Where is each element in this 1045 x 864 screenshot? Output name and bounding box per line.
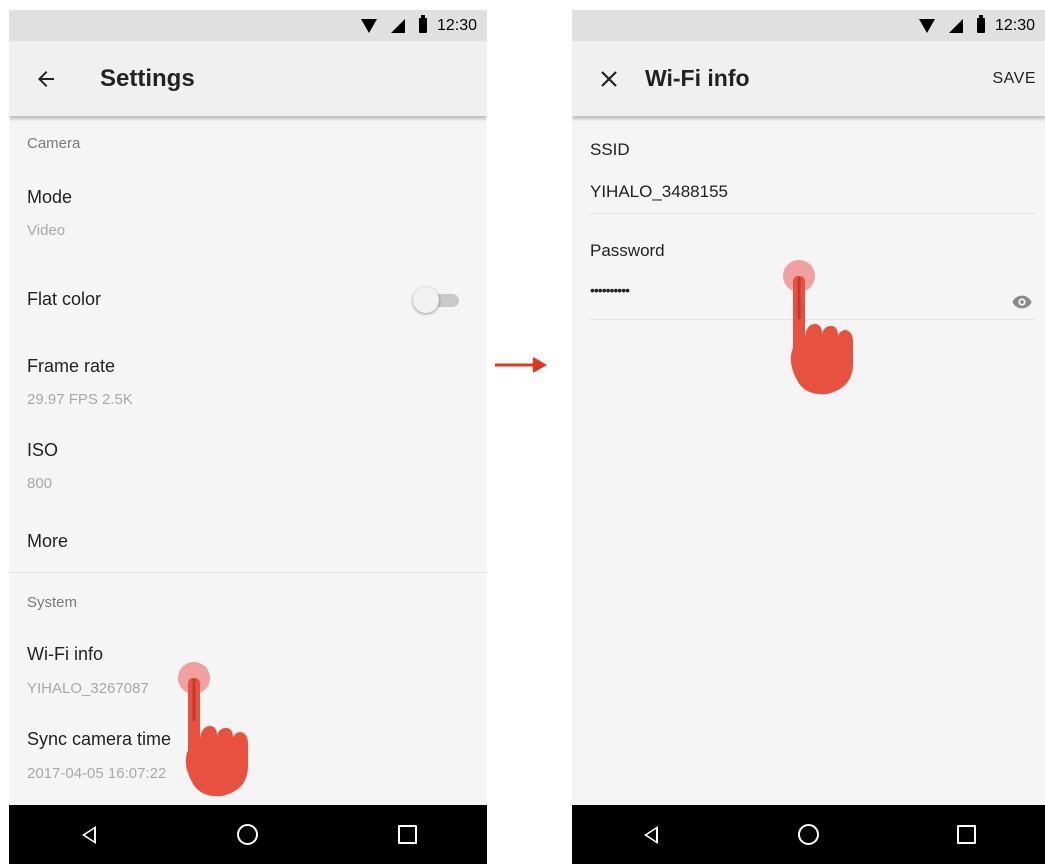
back-button[interactable] [26,59,66,99]
app-bar: Wi-Fi info SAVE [572,41,1045,116]
ssid-underline [590,213,1035,214]
setting-value: Video [27,222,66,239]
system-nav-bar [572,805,1045,864]
ssid-label: SSID [590,140,630,159]
setting-item-mode[interactable]: Mode Video [9,171,487,251]
cell-signal-icon [390,18,405,33]
nav-recents-icon [956,825,976,844]
nav-recents-icon [397,825,417,844]
setting-title: Wi-Fi info [27,644,103,664]
tap-hand-icon [178,662,248,797]
save-button[interactable]: SAVE [993,70,1037,88]
transition-arrow-icon [495,357,547,373]
nav-back-icon [643,825,658,844]
wifi-signal-icon [918,18,935,33]
status-time: 12:30 [436,16,477,34]
setting-item-flat-color[interactable]: Flat color [9,269,487,329]
tap-hand-icon [783,260,853,395]
toggle-thumb [413,287,439,313]
nav-home-button[interactable] [228,815,268,855]
nav-recents-button[interactable] [387,815,427,855]
setting-title: Sync camera time [27,729,172,749]
setting-value: YIHALO_3267087 [27,680,149,697]
setting-title: ISO [27,440,59,460]
nav-back-button[interactable] [631,815,671,855]
cell-signal-icon [948,18,963,33]
close-button[interactable] [589,59,629,99]
wifi-signal-icon [360,18,377,33]
nav-back-icon [81,825,96,844]
setting-item-iso[interactable]: ISO 800 [9,425,487,505]
nav-back-button[interactable] [69,815,109,855]
close-icon [601,70,617,87]
section-divider [9,572,487,573]
setting-value: 29.97 FPS 2.5K [27,391,133,408]
setting-value: 800 [27,475,53,492]
status-time: 12:30 [994,16,1035,34]
show-password-button[interactable] [1011,291,1033,313]
arrow-left-icon [38,70,54,87]
nav-recents-button[interactable] [946,815,986,855]
page-title: Wi-Fi info [645,65,750,91]
setting-item-more[interactable]: More [9,516,487,572]
password-label: Password [590,241,665,260]
setting-value: 2017-04-05 16:07:22 [27,765,167,782]
battery-icon [976,15,985,33]
section-header-camera: Camera [27,135,81,152]
page-title: Settings [100,64,195,92]
setting-title: Frame rate [27,356,116,376]
setting-title: Mode [27,187,73,207]
eye-icon [1012,295,1032,309]
section-header-system: System [27,594,78,611]
setting-item-frame-rate[interactable]: Frame rate 29.97 FPS 2.5K [9,341,487,421]
app-bar: Settings [9,41,487,116]
battery-icon [418,15,427,33]
status-bar: 12:30 [572,10,1045,41]
flat-color-toggle[interactable] [413,287,459,313]
system-nav-bar [9,805,487,864]
password-field[interactable]: •••••••••• [590,282,630,298]
setting-title: Flat color [27,289,102,309]
wifi-info-screen: 12:30 Wi-Fi info SAVE SSID YIHALO_348815… [572,10,1045,864]
status-bar: 12:30 [9,10,487,41]
ssid-field[interactable]: YIHALO_3488155 [590,182,728,202]
nav-home-icon [797,824,819,845]
setting-title: More [27,531,69,551]
nav-home-icon [237,824,259,845]
nav-home-button[interactable] [788,815,828,855]
